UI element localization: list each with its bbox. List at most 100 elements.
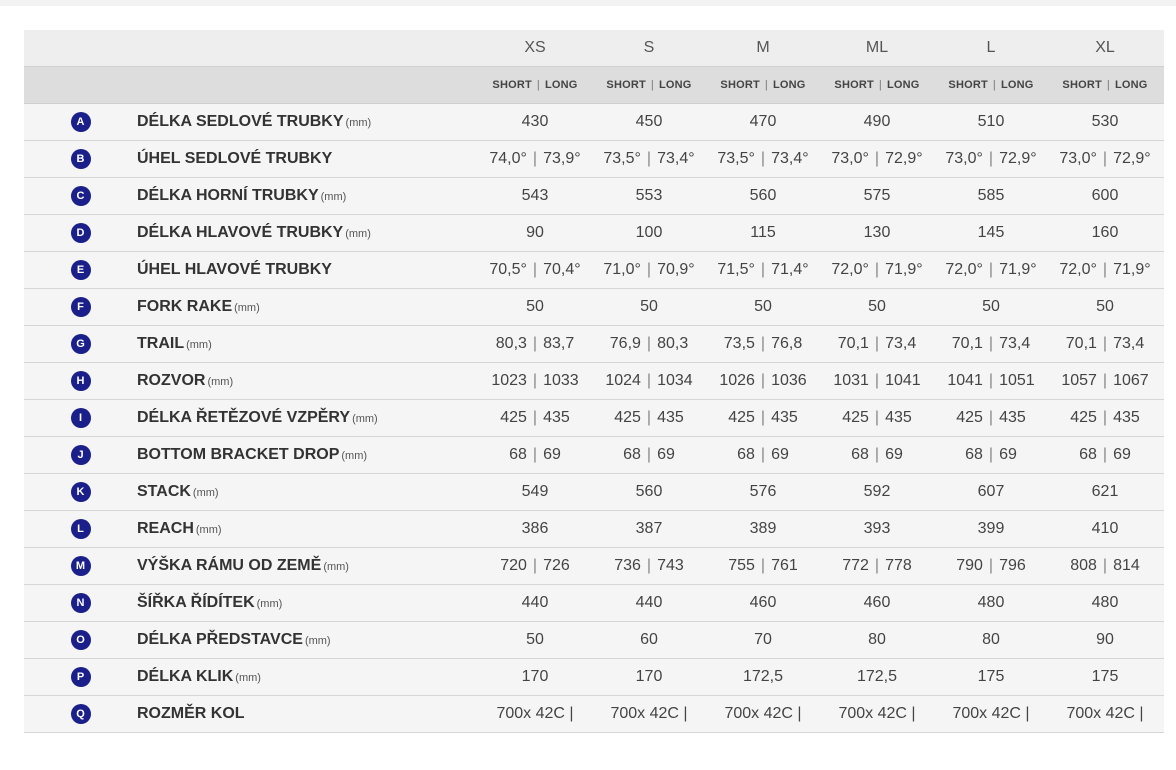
table-row: E ÚHEL HLAVOVÉ TRUBKY 70,5° | 70,4° 71,0° | 70,…	[24, 252, 1164, 289]
separator: |	[1102, 409, 1108, 426]
value-cell: 73,0° | 72,9°	[1048, 150, 1162, 168]
measurement-label: DÉLKA PŘEDSTAVCE (mm)	[137, 631, 478, 649]
separator: |	[532, 557, 538, 574]
short-label: SHORT	[834, 79, 874, 91]
value-cell: 50	[526, 298, 544, 315]
measurement-label: DÉLKA KLIK (mm)	[137, 668, 478, 686]
separator: |	[1102, 557, 1108, 574]
letter-cell: D	[24, 223, 137, 243]
table-row: I DÉLKA ŘETĚZOVÉ VZPĚRY (mm) 425 | 435 425 | 435…	[24, 400, 1164, 437]
long-value: 435	[885, 409, 912, 426]
separator: |	[646, 557, 652, 574]
long-value: 72,9°	[999, 150, 1037, 167]
separator: |	[760, 446, 766, 463]
value-cell: 460	[863, 594, 891, 611]
long-value: 435	[771, 409, 798, 426]
value-cell: 68 | 69	[820, 446, 934, 464]
long-value: 69	[1113, 446, 1131, 463]
table-row: C DÉLKA HORNÍ TRUBKY (mm) 543 553 560 575 585 60…	[24, 178, 1164, 215]
long-label: LONG	[1000, 79, 1034, 91]
short-value: 73,5	[723, 335, 755, 352]
table-row: B ÚHEL SEDLOVÉ TRUBKY 74,0° | 73,9° 73,5° | 73,…	[24, 141, 1164, 178]
separator: |	[1102, 372, 1108, 389]
separator: |	[532, 446, 538, 463]
size-column-header: ML	[865, 39, 889, 56]
short-value: 425	[728, 409, 755, 426]
value-cell: 808 | 814	[1048, 557, 1162, 575]
value-cell: 175	[977, 668, 1005, 685]
long-value: 69	[885, 446, 903, 463]
size-column-header: XL	[1095, 39, 1115, 56]
value-cell: 576	[749, 483, 777, 500]
long-value: 796	[999, 557, 1026, 574]
value-cell: 549	[521, 483, 549, 500]
value-cell: 115	[750, 224, 776, 241]
long-value: 80,3	[657, 335, 689, 352]
measurement-name: DÉLKA SEDLOVÉ TRUBKY	[137, 113, 344, 130]
value-cell: 71,0° | 70,9°	[592, 261, 706, 279]
measurement-unit: (mm)	[234, 302, 260, 314]
measurement-label: ROZMĚR KOL	[137, 705, 478, 723]
long-value: 778	[885, 557, 912, 574]
short-long-label: SHORT | LONG	[820, 79, 934, 91]
value-cell: 160	[1091, 224, 1119, 241]
value-cell: 720 | 726	[478, 557, 592, 575]
separator: |	[532, 335, 538, 352]
short-value: 73,0°	[1059, 150, 1097, 167]
short-value: 425	[842, 409, 869, 426]
value-cell: 80	[982, 631, 1000, 648]
value-cell: 145	[977, 224, 1005, 241]
value-cell: 172,5	[856, 668, 898, 685]
long-value: 1067	[1113, 372, 1149, 389]
short-value: 70,1	[837, 335, 869, 352]
table-row: D DÉLKA HLAVOVÉ TRUBKY (mm) 90 100 115 130 145 1…	[24, 215, 1164, 252]
value-cell: 607	[977, 483, 1005, 500]
separator: |	[646, 409, 652, 426]
short-label: SHORT	[720, 79, 760, 91]
measurement-label: VÝŠKA RÁMU OD ZEMĚ (mm)	[137, 557, 478, 575]
letter-cell: C	[24, 186, 137, 206]
value-cell: 736 | 743	[592, 557, 706, 575]
row-letter-badge: Q	[70, 704, 91, 724]
measurement-name: BOTTOM BRACKET DROP	[137, 446, 340, 463]
value-cell: 560	[749, 187, 777, 204]
value-cell: 80,3 | 83,7	[478, 335, 592, 353]
separator: |	[874, 557, 880, 574]
value-cell: 73,5 | 76,8	[706, 335, 820, 353]
value-cell: 1024 | 1034	[592, 372, 706, 390]
value-cell: 1023 | 1033	[478, 372, 592, 390]
long-value: 73,9°	[543, 150, 581, 167]
separator: |	[532, 409, 538, 426]
short-value: 74,0°	[489, 150, 527, 167]
row-letter-badge: O	[70, 630, 91, 650]
value-cell: 71,5° | 71,4°	[706, 261, 820, 279]
row-letter-badge: G	[70, 334, 91, 354]
long-value: 73,4°	[771, 150, 809, 167]
separator: |	[1102, 446, 1108, 463]
separator: |	[988, 335, 994, 352]
long-value: 70,9°	[657, 261, 695, 278]
short-value: 790	[956, 557, 983, 574]
long-value: 73,4	[999, 335, 1031, 352]
measurement-name: TRAIL	[137, 335, 185, 352]
measurement-unit: (mm)	[304, 635, 331, 647]
value-cell: 68 | 69	[478, 446, 592, 464]
short-long-header-row: SHORT | LONG SHORT | LONG SHORT | LONG SHORT | LONG…	[24, 67, 1164, 104]
measurement-label: TRAIL (mm)	[137, 335, 478, 353]
long-value: 72,9°	[1113, 150, 1151, 167]
value-cell: 90	[526, 224, 544, 241]
row-letter-badge: A	[70, 112, 91, 132]
short-value: 68	[509, 446, 527, 463]
measurement-name: DÉLKA HORNÍ TRUBKY	[137, 187, 319, 204]
measurement-name: STACK	[137, 483, 191, 500]
short-value: 70,1	[951, 335, 983, 352]
value-cell: 480	[1091, 594, 1119, 611]
long-value: 71,9°	[885, 261, 923, 278]
short-value: 72,0°	[1059, 261, 1097, 278]
value-cell: 553	[635, 187, 663, 204]
table-row: G TRAIL (mm) 80,3 | 83,7 76,9 | 80,3 73,5 | 76,8 70,…	[24, 326, 1164, 363]
separator: |	[760, 261, 766, 278]
long-value: 435	[999, 409, 1026, 426]
value-cell: 700x 42C |	[610, 705, 688, 722]
measurement-name: ÚHEL HLAVOVÉ TRUBKY	[137, 261, 332, 278]
